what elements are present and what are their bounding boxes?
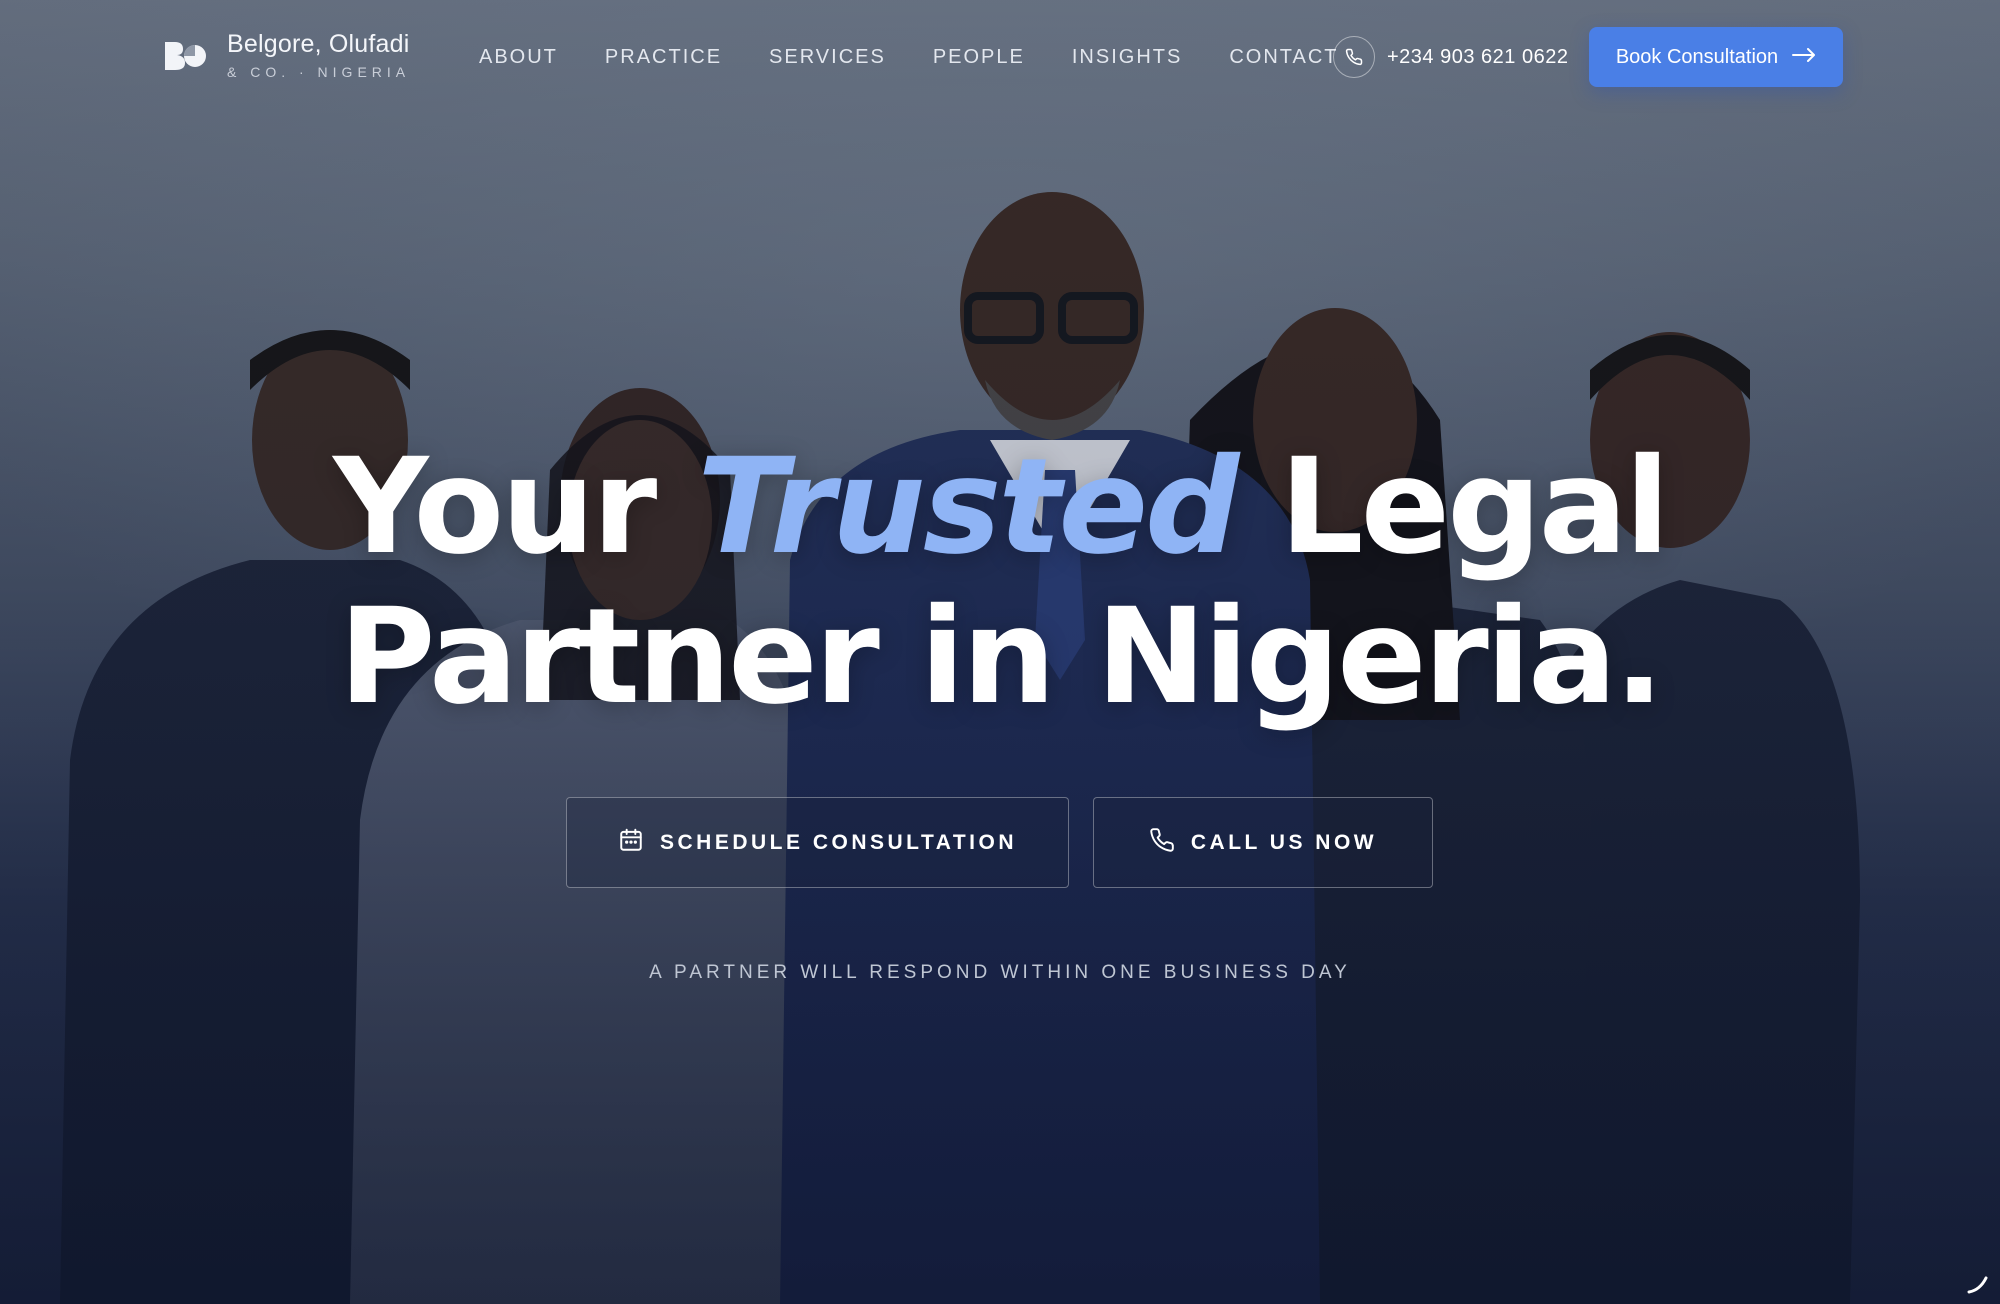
headline-line-1: Your Trusted Legal bbox=[0, 432, 2000, 582]
headline-word-your: Your bbox=[333, 430, 657, 584]
phone-icon bbox=[1149, 827, 1175, 858]
top-navigation: Belgore, Olufadi & CO. · NIGERIA ABOUT P… bbox=[0, 0, 2000, 112]
brand-logo[interactable]: Belgore, Olufadi & CO. · NIGERIA bbox=[163, 30, 410, 80]
headline-word-legal: Legal bbox=[1279, 430, 1670, 584]
nav-practice[interactable]: PRACTICE bbox=[605, 46, 722, 69]
call-us-now-button[interactable]: CALL US NOW bbox=[1093, 797, 1433, 888]
nav-contact[interactable]: CONTACT bbox=[1229, 46, 1338, 69]
schedule-consultation-label: SCHEDULE CONSULTATION bbox=[660, 830, 1017, 854]
headline-line-2: Partner in Nigeria. bbox=[338, 580, 1665, 734]
calendar-icon bbox=[618, 827, 644, 858]
phone-number: +234 903 621 0622 bbox=[1387, 45, 1569, 68]
nav-links: ABOUT PRACTICE SERVICES PEOPLE INSIGHTS … bbox=[479, 46, 1386, 69]
call-us-now-label: CALL US NOW bbox=[1190, 830, 1378, 854]
logo-mark-icon bbox=[165, 42, 206, 70]
phone-icon bbox=[1333, 36, 1375, 78]
response-note: A PARTNER WILL RESPOND WITHIN ONE BUSINE… bbox=[649, 962, 1351, 983]
brand-subtitle: & CO. · NIGERIA bbox=[227, 64, 411, 80]
brand-name: Belgore, Olufadi bbox=[227, 30, 410, 58]
nav-about[interactable]: ABOUT bbox=[479, 46, 558, 69]
nav-insights[interactable]: INSIGHTS bbox=[1072, 46, 1182, 69]
loading-spinner-icon bbox=[1967, 1276, 1988, 1294]
hero-headline: Your Trusted Legal Partner in Nigeria. bbox=[0, 432, 2000, 732]
schedule-consultation-button[interactable]: SCHEDULE CONSULTATION bbox=[566, 797, 1069, 888]
nav-people[interactable]: PEOPLE bbox=[933, 46, 1025, 69]
book-consultation-button[interactable]: Book Consultation bbox=[1589, 27, 1843, 87]
phone-link[interactable]: +234 903 621 0622 bbox=[1333, 36, 1568, 78]
nav-services[interactable]: SERVICES bbox=[769, 46, 886, 69]
book-consultation-label: Book Consultation bbox=[1615, 45, 1779, 68]
arrow-right-icon bbox=[1792, 47, 1816, 67]
headline-accent: Trusted bbox=[697, 430, 1239, 584]
